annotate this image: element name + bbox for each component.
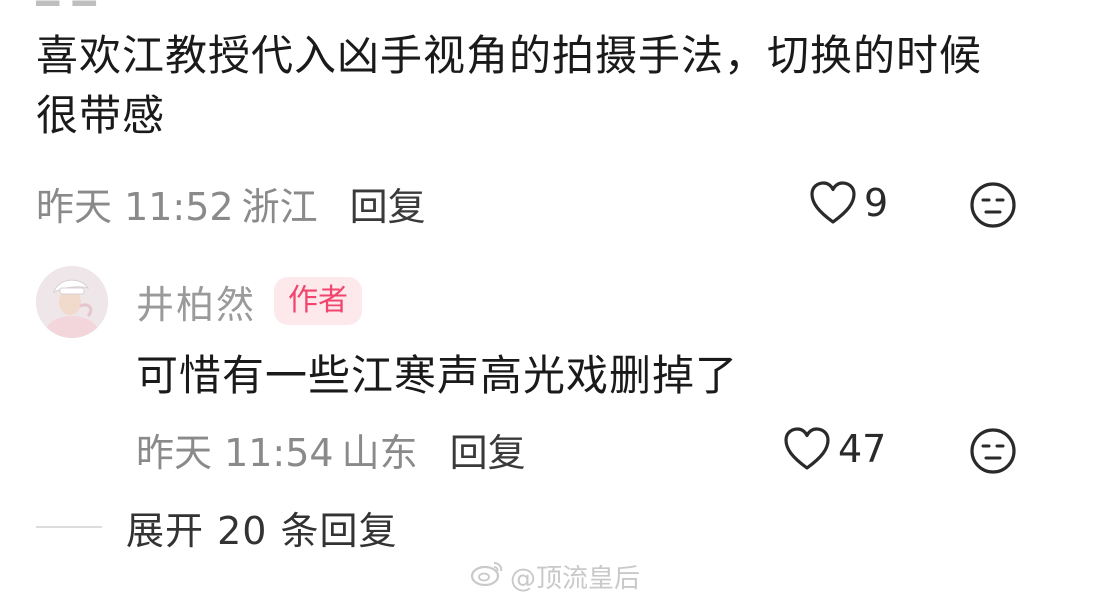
weibo-logo-icon — [470, 559, 510, 594]
author-row: 井柏然 作者 — [136, 274, 363, 329]
reply-like-count: 47 — [838, 427, 887, 471]
previous-comment-cutoff: ▂ ▂ — [36, 0, 126, 6]
reply-location: 山东 — [341, 430, 418, 475]
expand-replies-label: 展开 20 条回复 — [126, 508, 398, 553]
comment-location: 浙江 — [241, 184, 318, 229]
neutral-face-icon — [968, 180, 1018, 230]
comment-like-count: 9 — [864, 181, 889, 225]
reply-like-button[interactable]: 47 — [782, 424, 886, 474]
expand-replies-button[interactable]: 展开 20 条回复 — [36, 502, 398, 553]
reply-dislike-button[interactable] — [968, 426, 1018, 476]
comment-thread: ▂ ▂ 喜欢江教授代入凶手视角的拍摄手法，切换的时候很带感 昨天 11:52 浙… — [0, 0, 1109, 603]
neutral-face-icon — [968, 426, 1018, 476]
watermark: @顶流皇后 — [470, 556, 640, 596]
reply-text: 可惜有一些江寒声高光戏删掉了 — [136, 351, 739, 400]
expand-divider — [36, 526, 102, 528]
reply-meta: 昨天 11:54 山东 回复 — [136, 422, 526, 477]
comment-dislike-button[interactable] — [968, 180, 1018, 230]
watermark-text: @顶流皇后 — [510, 563, 641, 594]
comment-time: 昨天 11:52 — [36, 184, 234, 229]
reply-reply-button[interactable]: 回复 — [450, 422, 526, 477]
comment-text: 喜欢江教授代入凶手视角的拍摄手法，切换的时候很带感 — [36, 31, 983, 140]
heart-icon — [808, 180, 864, 226]
comment-like-button[interactable]: 9 — [808, 178, 888, 228]
comment-meta: 昨天 11:52 浙江 回复 — [36, 176, 426, 231]
reply-time: 昨天 11:54 — [136, 430, 334, 475]
heart-icon — [782, 426, 838, 472]
author-badge: 作者 — [274, 277, 363, 325]
author-name[interactable]: 井柏然 — [136, 274, 256, 329]
comment-reply-button[interactable]: 回复 — [350, 176, 426, 231]
author-avatar[interactable] — [36, 266, 108, 338]
